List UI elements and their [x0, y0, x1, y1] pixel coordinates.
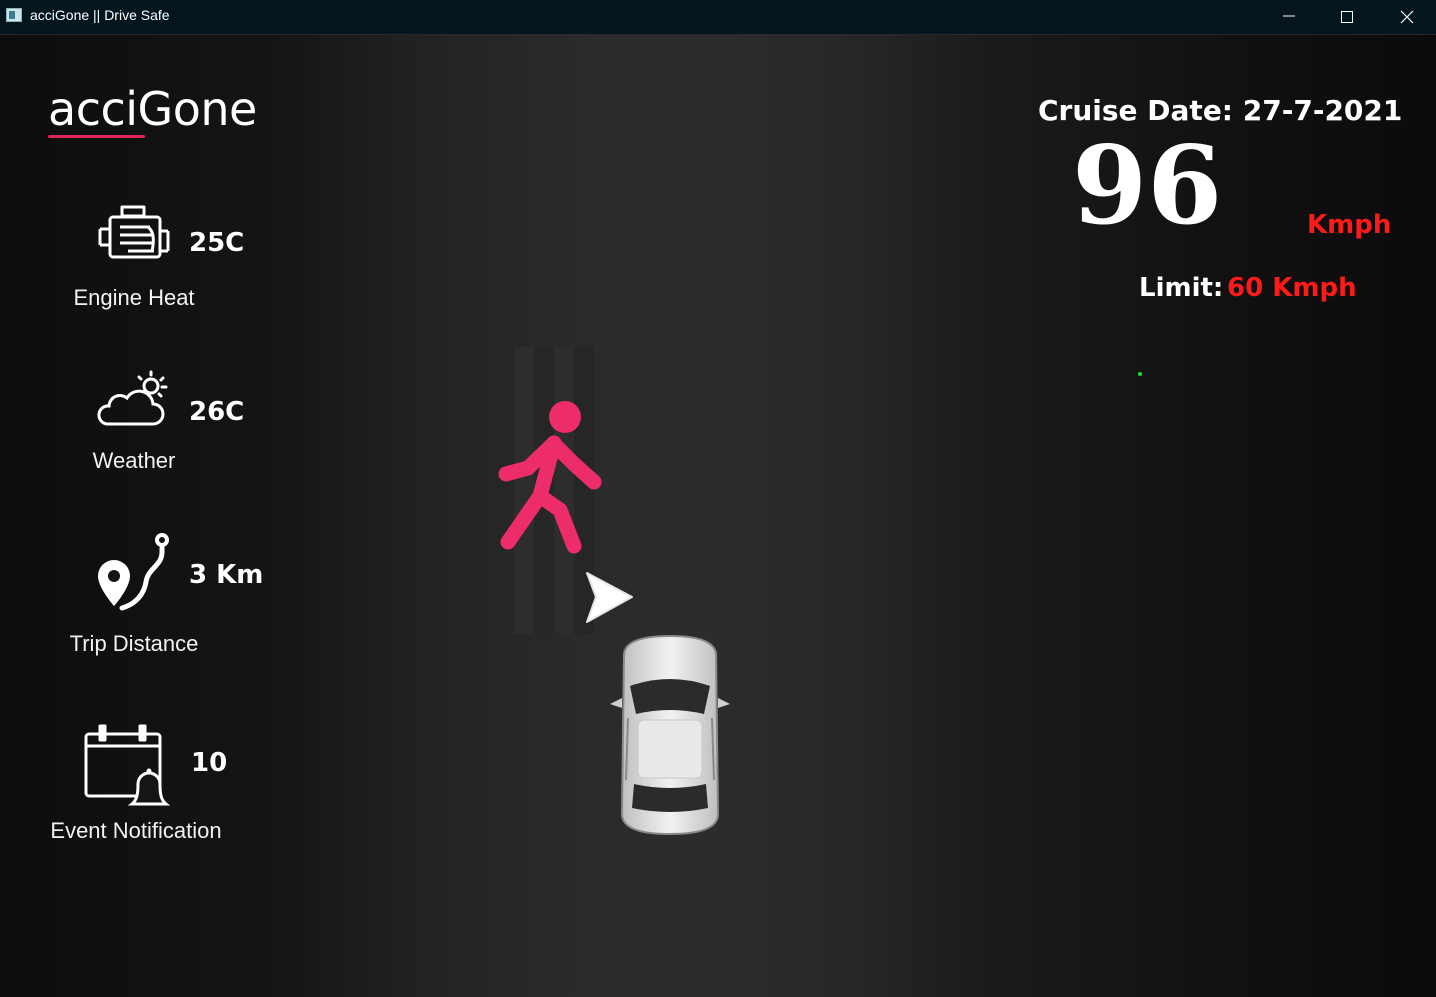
speed-value: 96: [1072, 123, 1223, 249]
engine-heat-label: Engine Heat: [73, 285, 195, 310]
trip-distance-value: 3 Km: [189, 560, 264, 590]
maximize-button[interactable]: [1318, 0, 1376, 34]
logo-underline: [48, 135, 145, 138]
calendar-bell-icon: [84, 724, 170, 806]
cloud-sun-icon: [97, 370, 168, 426]
event-notification-label: Event Notification: [50, 818, 222, 843]
engine-icon: [98, 205, 170, 259]
speed-unit: Kmph: [1307, 210, 1392, 240]
minimize-button[interactable]: [1260, 0, 1318, 34]
close-icon: [1400, 10, 1414, 24]
car-top-view-icon: [610, 634, 730, 836]
weather-value: 26C: [189, 397, 245, 427]
event-notification-value: 10: [191, 748, 228, 778]
maximize-icon: [1341, 11, 1353, 23]
minimize-icon: [1283, 15, 1295, 17]
engine-heat-value: 25C: [189, 228, 245, 258]
weather-label: Weather: [92, 448, 176, 473]
speed-limit-value: 60 Kmph: [1227, 273, 1357, 303]
status-indicator-dot: [1138, 372, 1142, 376]
speed-limit-label: Limit:: [1139, 273, 1224, 303]
window-title: acciGone || Drive Safe: [30, 7, 170, 23]
pedestrian-walking-icon: [498, 401, 602, 554]
direction-arrow-icon: [586, 572, 633, 623]
app-logo: acciGone: [48, 82, 257, 136]
trip-distance-label: Trip Distance: [69, 631, 199, 656]
route-pin-icon: [98, 533, 169, 611]
window-titlebar: acciGone || Drive Safe: [0, 0, 1436, 35]
app-icon: [6, 8, 22, 22]
close-button[interactable]: [1378, 0, 1436, 34]
